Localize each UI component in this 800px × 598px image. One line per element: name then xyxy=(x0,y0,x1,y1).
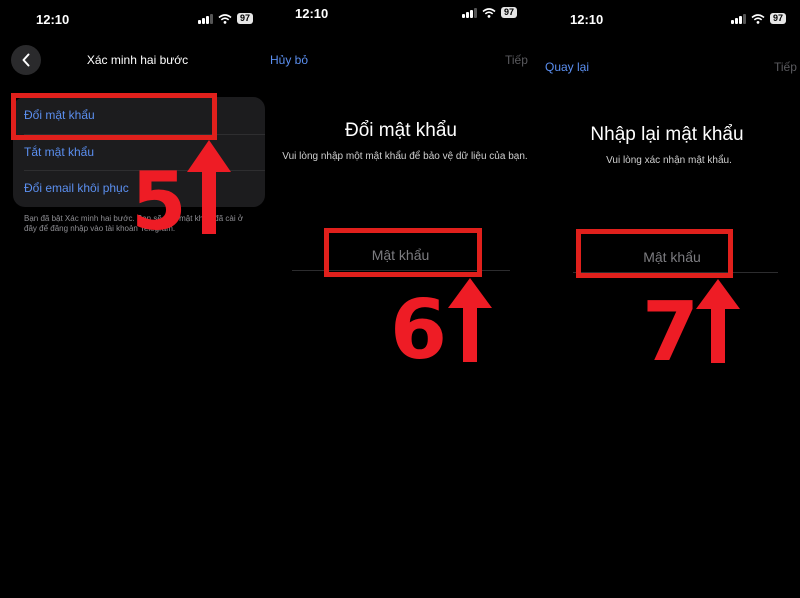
highlight-box-password-input xyxy=(576,229,733,278)
page-subtitle: Vui lòng xác nhận mật khẩu. xyxy=(606,155,732,166)
battery-icon: 97 xyxy=(237,13,254,24)
back-button[interactable]: Quay lại xyxy=(545,60,589,74)
next-button[interactable]: Tiếp xyxy=(774,60,797,74)
arrow-up-icon xyxy=(448,278,492,362)
screen-change-password: 12:10 97 Hủy bỏ Tiếp Đổi mật khẩu Vui lò… xyxy=(270,0,538,598)
cancel-button[interactable]: Hủy bỏ xyxy=(270,53,308,67)
chevron-left-icon xyxy=(22,53,30,67)
wifi-icon xyxy=(751,13,765,24)
page-title: Nhập lại mật khẩu xyxy=(590,124,744,145)
status-time: 12:10 xyxy=(295,6,329,21)
next-button[interactable]: Tiếp xyxy=(505,53,528,67)
menu-disable-password[interactable]: Tắt mật khẩu xyxy=(24,145,94,159)
arrow-up-icon xyxy=(187,140,231,234)
status-time: 12:10 xyxy=(36,12,70,27)
page-title: Đổi mật khẩu xyxy=(345,120,457,141)
highlight-box-password-input xyxy=(324,228,482,277)
wifi-icon xyxy=(482,7,496,18)
arrow-up-icon xyxy=(696,279,740,363)
step-number-5: 5 xyxy=(131,155,187,248)
highlight-box-change-password xyxy=(11,93,217,140)
signal-icon xyxy=(731,13,746,24)
battery-icon: 97 xyxy=(770,13,787,24)
screen-two-step-verification: 12:10 97 Xác minh hai bước Đổi mật khẩu … xyxy=(0,0,270,598)
status-bar: 12:10 97 xyxy=(0,10,270,30)
status-bar: 12:10 97 xyxy=(538,10,800,30)
screen-confirm-password: 12:10 97 Quay lại Tiếp Nhập lại mật khẩu… xyxy=(538,0,800,598)
signal-icon xyxy=(462,7,477,18)
menu-change-recovery-email[interactable]: Đổi email khôi phục xyxy=(24,181,129,195)
battery-icon: 97 xyxy=(501,7,518,18)
step-number-6: 6 xyxy=(390,283,448,378)
page-title: Xác minh hai bước xyxy=(86,53,189,67)
step-number-7: 7 xyxy=(642,285,700,380)
wifi-icon xyxy=(218,13,232,24)
status-time: 12:10 xyxy=(570,12,604,27)
signal-icon xyxy=(198,13,213,24)
back-button[interactable] xyxy=(11,45,41,75)
status-bar: 12:10 97 xyxy=(270,4,538,24)
page-subtitle: Vui lòng nhập một mật khẩu để bảo vệ dữ … xyxy=(282,151,528,162)
